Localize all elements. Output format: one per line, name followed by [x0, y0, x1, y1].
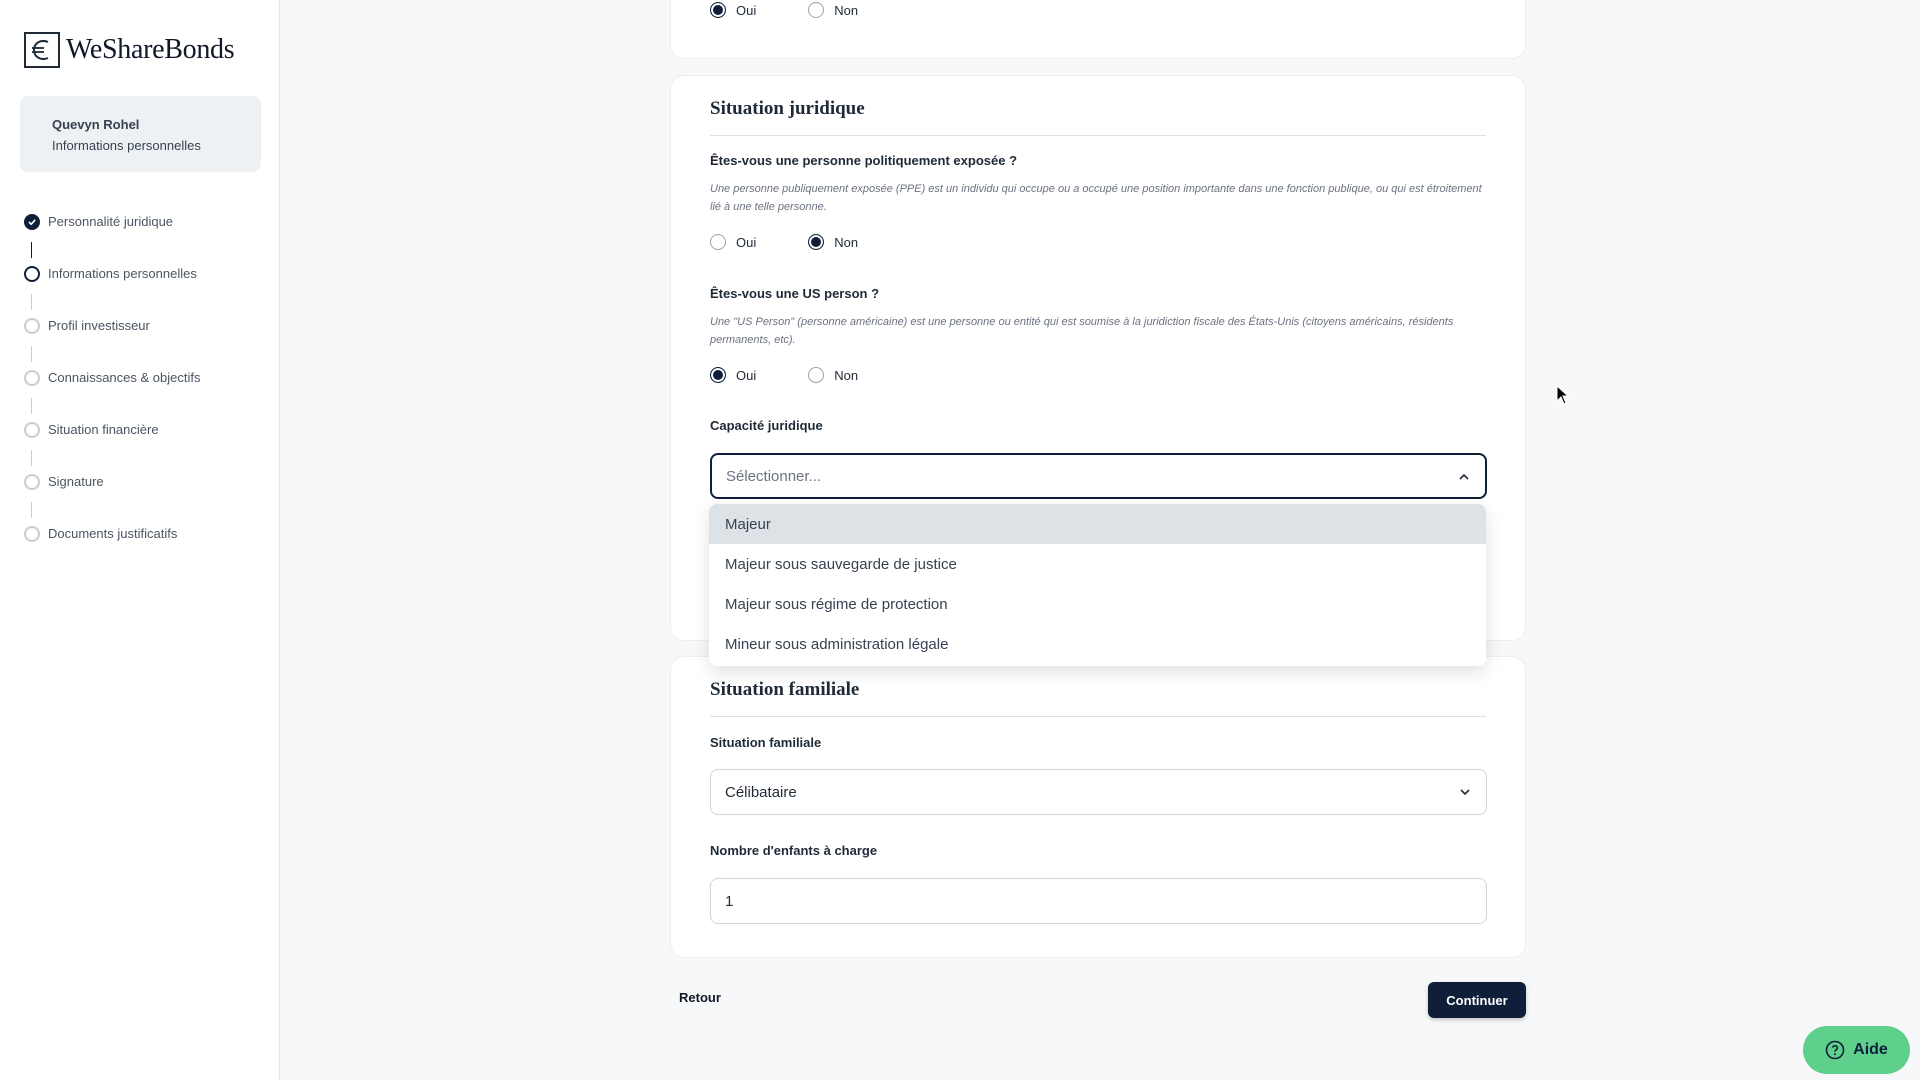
- user-name: Quevyn Rohel: [52, 117, 140, 132]
- radio-indicator: [808, 234, 825, 250]
- step-connector: [31, 398, 32, 414]
- situation-familiale-card: Situation familiale Situation familiale …: [670, 656, 1526, 958]
- ppe-radio-group: Oui Non: [710, 234, 910, 250]
- current-step-circle-icon: [24, 266, 40, 282]
- user-section: Informations personnelles: [52, 138, 201, 153]
- step-connector: [31, 346, 32, 362]
- us-person-question-label: Êtes-vous une US person ?: [710, 286, 880, 301]
- help-button[interactable]: Aide: [1803, 1026, 1910, 1074]
- pending-step-circle-icon: [24, 422, 40, 438]
- section-title: Situation familiale: [710, 679, 860, 700]
- us-person-radio-oui[interactable]: Oui: [710, 367, 756, 383]
- option-majeur-sauvegarde-justice[interactable]: Majeur sous sauvegarde de justice: [709, 544, 1486, 584]
- radio-indicator: [710, 234, 726, 250]
- ppe-help-text: Une personne publiquement exposée (PPE) …: [710, 183, 1482, 213]
- step-label: Signature: [48, 474, 104, 489]
- radio-label: Non: [834, 367, 859, 383]
- select-value: Célibataire: [725, 783, 797, 801]
- step-label: Documents justificatifs: [48, 526, 178, 541]
- continue-button[interactable]: Continuer: [1428, 982, 1526, 1018]
- pending-step-circle-icon: [24, 318, 40, 334]
- mouse-cursor-icon: [1556, 385, 1570, 405]
- step-connector: [31, 294, 32, 310]
- nombre-enfants-label: Nombre d'enfants à charge: [710, 843, 878, 858]
- question-circle-icon: [1825, 1040, 1845, 1060]
- step-label: Informations personnelles: [48, 266, 197, 281]
- radio-label: Oui: [736, 2, 757, 18]
- step-label: Connaissances & objectifs: [48, 370, 201, 385]
- capacite-juridique-options: Majeur Majeur sous sauvegarde de justice…: [709, 504, 1486, 666]
- euro-logo-icon: [24, 32, 60, 68]
- step-connaissances-objectifs[interactable]: Connaissances & objectifs: [24, 370, 200, 422]
- us-person-radio-non[interactable]: Non: [808, 367, 858, 383]
- chevron-down-icon: [1460, 789, 1470, 796]
- check-circle-icon: [24, 214, 40, 230]
- step-connector: [31, 502, 32, 518]
- section-divider: [710, 716, 1486, 717]
- radio-non[interactable]: Non: [808, 2, 858, 18]
- option-majeur-regime-protection[interactable]: Majeur sous régime de protection: [709, 584, 1486, 624]
- radio-indicator: [808, 2, 825, 18]
- section-title: Situation juridique: [710, 98, 865, 119]
- user-card: Quevyn Rohel Informations personnelles: [20, 96, 261, 172]
- situation-familiale-label: Situation familiale: [710, 735, 822, 750]
- step-connector: [31, 450, 32, 466]
- radio-indicator: [808, 367, 825, 383]
- brand-logo[interactable]: WeShareBonds: [24, 32, 235, 68]
- capacite-juridique-select[interactable]: Sélectionner...: [710, 453, 1487, 499]
- step-situation-financiere[interactable]: Situation financière: [24, 422, 200, 474]
- brand-name: WeShareBonds: [66, 34, 235, 65]
- step-signature[interactable]: Signature: [24, 474, 200, 526]
- radio-label: Non: [834, 2, 859, 18]
- radio-indicator: [710, 2, 726, 18]
- ppe-radio-oui[interactable]: Oui: [710, 234, 756, 250]
- ppe-question-label: Êtes-vous une personne politiquement exp…: [710, 153, 1018, 168]
- step-label: Personnalité juridique: [48, 214, 174, 229]
- ppe-radio-non[interactable]: Non: [808, 234, 858, 250]
- step-connector: [31, 242, 32, 258]
- help-label: Aide: [1853, 1041, 1888, 1058]
- radio-label: Oui: [736, 234, 757, 250]
- radio-oui[interactable]: Oui: [710, 2, 756, 18]
- step-personnalite-juridique[interactable]: Personnalité juridique: [24, 214, 200, 266]
- step-informations-personnelles[interactable]: Informations personnelles: [24, 266, 200, 318]
- pending-step-circle-icon: [24, 370, 40, 386]
- step-label: Situation financière: [48, 422, 159, 437]
- radio-label: Non: [834, 234, 859, 250]
- pending-step-circle-icon: [24, 526, 40, 542]
- select-placeholder: Sélectionner...: [726, 467, 822, 485]
- capacite-juridique-label: Capacité juridique: [710, 418, 823, 433]
- stepper: Personnalité juridique Informations pers…: [24, 214, 200, 578]
- pending-step-circle-icon: [24, 474, 40, 490]
- previous-radio-group: Oui Non: [710, 2, 910, 18]
- sidebar: WeShareBonds Quevyn Rohel Informations p…: [0, 0, 280, 1080]
- radio-label: Oui: [736, 367, 757, 383]
- situation-familiale-select[interactable]: Célibataire: [710, 769, 1487, 815]
- section-divider: [710, 135, 1486, 136]
- option-mineur-administration-legale[interactable]: Mineur sous administration légale: [709, 624, 1486, 664]
- radio-indicator: [710, 367, 726, 383]
- us-person-radio-group: Oui Non: [710, 367, 910, 383]
- step-profil-investisseur[interactable]: Profil investisseur: [24, 318, 200, 370]
- previous-section-card: Oui Non: [670, 0, 1526, 59]
- step-documents-justificatifs[interactable]: Documents justificatifs: [24, 526, 200, 578]
- back-button[interactable]: Retour: [679, 990, 721, 1005]
- us-person-help-text: Une "US Person" (personne américaine) es…: [710, 316, 1454, 346]
- chevron-up-icon: [1459, 473, 1469, 480]
- step-label: Profil investisseur: [48, 318, 150, 333]
- nombre-enfants-input[interactable]: [710, 878, 1487, 924]
- option-majeur[interactable]: Majeur: [709, 504, 1486, 544]
